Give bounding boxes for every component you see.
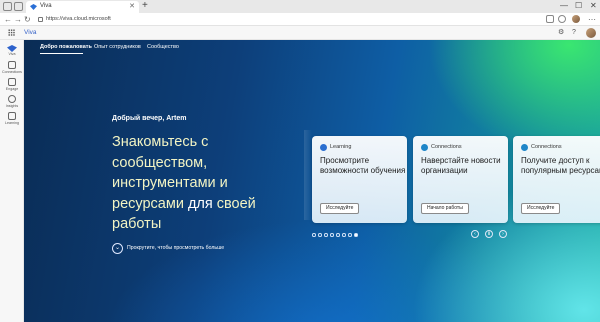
scroll-hint-text: Прокрутите, чтобы просмотреть больше xyxy=(127,245,225,251)
rail-item-insights[interactable]: Insights xyxy=(0,94,24,112)
carousel-dot[interactable] xyxy=(318,233,322,237)
more-icon[interactable]: ⋯ xyxy=(588,14,596,25)
app-brand[interactable]: Viva xyxy=(24,28,37,38)
carousel-dot[interactable] xyxy=(342,233,346,237)
profile-icon[interactable] xyxy=(3,2,12,11)
carousel-dot[interactable] xyxy=(336,233,340,237)
headline-part: инструментами xyxy=(112,175,220,191)
tab-welcome[interactable]: Добро пожаловать xyxy=(40,43,92,52)
new-tab-button[interactable]: + xyxy=(142,0,148,12)
left-rail: Viva Connections Engage Insights Learnin… xyxy=(0,40,24,322)
back-icon[interactable]: ← xyxy=(4,14,12,25)
app-launcher-icon[interactable] xyxy=(8,29,15,36)
explore-button[interactable]: Исследуйте xyxy=(320,203,360,214)
card-tag-label: Connections xyxy=(531,144,562,150)
explore-button[interactable]: Исследуйте xyxy=(521,203,561,214)
lock-icon[interactable] xyxy=(38,17,43,22)
get-started-button[interactable]: Начало работы xyxy=(421,203,469,214)
minimize-button[interactable]: — xyxy=(560,0,568,12)
chevron-down-icon[interactable]: ⌄ xyxy=(112,243,123,254)
app-header: Viva ⚙ ? xyxy=(0,26,600,40)
card-tag-label: Learning xyxy=(330,144,352,150)
browser-tab-bar: Viva ✕ + — ☐ ✕ xyxy=(0,0,600,13)
card-title: Получите доступ к популярным ресурсам xyxy=(521,156,600,175)
rail-label: Engage xyxy=(5,87,19,91)
address-bar-row: ← → ↻ https://viva.cloud.microsoft ⋯ xyxy=(0,13,600,26)
carousel-dot[interactable] xyxy=(354,233,358,237)
tab-title: Viva xyxy=(40,3,52,9)
insights-icon xyxy=(8,95,16,103)
next-icon[interactable]: › xyxy=(499,230,507,238)
card-title: Просмотрите возможности обучения xyxy=(320,156,406,175)
card-title: Наверстайте новости организации xyxy=(421,156,501,175)
avatar[interactable] xyxy=(586,28,596,38)
card-tag-label: Connections xyxy=(431,144,462,150)
url-text[interactable]: https://viva.cloud.microsoft xyxy=(46,15,111,24)
headline-part: для xyxy=(187,195,217,212)
carousel-dot[interactable] xyxy=(312,233,316,237)
browser-tab[interactable]: Viva ✕ xyxy=(26,1,139,13)
hero-headline: Знакомьтесь с сообществом, инструментами… xyxy=(112,132,302,235)
carousel-dots xyxy=(312,233,362,238)
carousel-dot[interactable] xyxy=(324,233,328,237)
headline-part: Знакомьтесь с xyxy=(112,134,209,150)
rail-item-learning[interactable]: Learning xyxy=(0,111,24,129)
learning-icon xyxy=(320,144,327,151)
greeting: Добрый вечер, Artem xyxy=(112,115,187,122)
connections-icon xyxy=(521,144,528,151)
engage-icon xyxy=(8,78,16,86)
forward-icon[interactable]: → xyxy=(14,14,22,25)
tab-employee-experience[interactable]: Опыт сотрудников xyxy=(94,43,141,52)
favorites-icon[interactable] xyxy=(558,15,566,23)
browser-profile-avatar[interactable] xyxy=(572,15,580,23)
help-icon[interactable]: ? xyxy=(572,28,576,38)
connections-icon xyxy=(421,144,428,151)
split-screen-icon[interactable] xyxy=(546,15,554,23)
previous-icon[interactable]: ‹ xyxy=(471,230,479,238)
rail-label: Connections xyxy=(2,70,22,74)
pause-icon[interactable]: Ⅱ xyxy=(485,230,493,238)
carousel-dot[interactable] xyxy=(348,233,352,237)
hero-banner: Добро пожаловать Опыт сотрудников Сообще… xyxy=(24,40,600,322)
address-bar[interactable]: https://viva.cloud.microsoft xyxy=(36,15,536,24)
maximize-button[interactable]: ☐ xyxy=(575,0,582,12)
refresh-icon[interactable]: ↻ xyxy=(24,14,31,25)
carousel-edge xyxy=(304,130,312,220)
active-tab-indicator xyxy=(40,53,83,54)
rail-item-viva[interactable]: Viva xyxy=(0,42,24,60)
card-learning[interactable]: Learning Просмотрите возможности обучени… xyxy=(312,136,407,223)
viva-icon xyxy=(7,45,17,52)
rail-item-connections[interactable]: Connections xyxy=(0,60,24,78)
carousel-dot[interactable] xyxy=(330,233,334,237)
headline-part: сообществом, xyxy=(112,154,208,171)
notifications-icon[interactable]: ⚙ xyxy=(558,28,564,38)
learning-icon xyxy=(8,112,16,120)
close-window-button[interactable]: ✕ xyxy=(590,0,597,12)
rail-label: Learning xyxy=(5,121,19,125)
connections-icon xyxy=(8,61,16,69)
rail-item-engage[interactable]: Engage xyxy=(0,77,24,95)
rail-label: Viva xyxy=(8,52,16,56)
card-connections-resources[interactable]: Connections Получите доступ к популярным… xyxy=(513,136,600,223)
rail-label: Insights xyxy=(5,104,19,108)
close-tab-icon[interactable]: ✕ xyxy=(129,2,135,12)
viva-favicon-icon xyxy=(30,4,37,10)
tab-community[interactable]: Сообщество xyxy=(147,43,179,52)
tab-actions-icon[interactable] xyxy=(14,2,23,11)
card-connections[interactable]: Connections Наверстайте новости организа… xyxy=(413,136,508,223)
